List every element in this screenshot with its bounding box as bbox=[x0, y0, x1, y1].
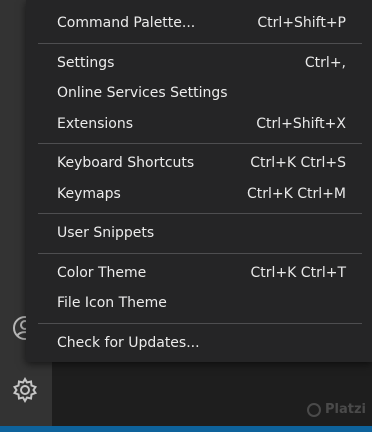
menu-item-keyboard-shortcuts[interactable]: Keyboard Shortcuts Ctrl+K Ctrl+S bbox=[26, 148, 372, 179]
menu-item-label: User Snippets bbox=[57, 225, 155, 242]
manage-context-menu: Command Palette... Ctrl+Shift+P Settings… bbox=[26, 0, 372, 362]
menu-item-online-services-settings[interactable]: Online Services Settings bbox=[26, 78, 372, 109]
menu-item-label: File Icon Theme bbox=[57, 295, 167, 312]
menu-item-extensions[interactable]: Extensions Ctrl+Shift+X bbox=[26, 109, 372, 140]
menu-item-check-for-updates[interactable]: Check for Updates... bbox=[26, 328, 372, 359]
menu-item-label: Extensions bbox=[57, 115, 134, 132]
menu-item-label: Color Theme bbox=[57, 264, 147, 281]
menu-item-settings[interactable]: Settings Ctrl+, bbox=[26, 48, 372, 79]
status-bar bbox=[0, 426, 372, 432]
menu-item-label: Online Services Settings bbox=[57, 85, 228, 102]
menu-item-shortcut: Ctrl+, bbox=[304, 54, 346, 71]
menu-item-label: Command Palette... bbox=[57, 15, 196, 32]
menu-separator bbox=[38, 252, 362, 254]
watermark-text: Platzi bbox=[325, 402, 366, 417]
menu-item-shortcut: Ctrl+K Ctrl+T bbox=[250, 264, 346, 281]
menu-separator bbox=[38, 42, 362, 44]
menu-item-keymaps[interactable]: Keymaps Ctrl+K Ctrl+M bbox=[26, 179, 372, 210]
menu-item-file-icon-theme[interactable]: File Icon Theme bbox=[26, 288, 372, 319]
menu-separator bbox=[38, 322, 362, 324]
menu-item-label: Settings bbox=[57, 54, 115, 71]
menu-item-user-snippets[interactable]: User Snippets bbox=[26, 218, 372, 249]
menu-separator bbox=[38, 143, 362, 144]
watermark: Platzi bbox=[307, 402, 366, 417]
menu-item-shortcut: Ctrl+K Ctrl+M bbox=[247, 185, 346, 202]
gear-icon[interactable] bbox=[8, 373, 42, 407]
menu-item-label: Keymaps bbox=[57, 185, 121, 202]
menu-item-label: Keyboard Shortcuts bbox=[57, 155, 195, 172]
menu-item-color-theme[interactable]: Color Theme Ctrl+K Ctrl+T bbox=[26, 258, 372, 289]
menu-item-shortcut: Ctrl+Shift+X bbox=[256, 115, 346, 132]
menu-item-shortcut: Ctrl+K Ctrl+S bbox=[250, 155, 346, 172]
menu-item-command-palette[interactable]: Command Palette... Ctrl+Shift+P bbox=[26, 8, 372, 39]
menu-item-shortcut: Ctrl+Shift+P bbox=[257, 15, 346, 32]
platzi-logo-icon bbox=[307, 402, 321, 417]
menu-item-label: Check for Updates... bbox=[57, 334, 200, 351]
menu-separator bbox=[38, 213, 362, 214]
